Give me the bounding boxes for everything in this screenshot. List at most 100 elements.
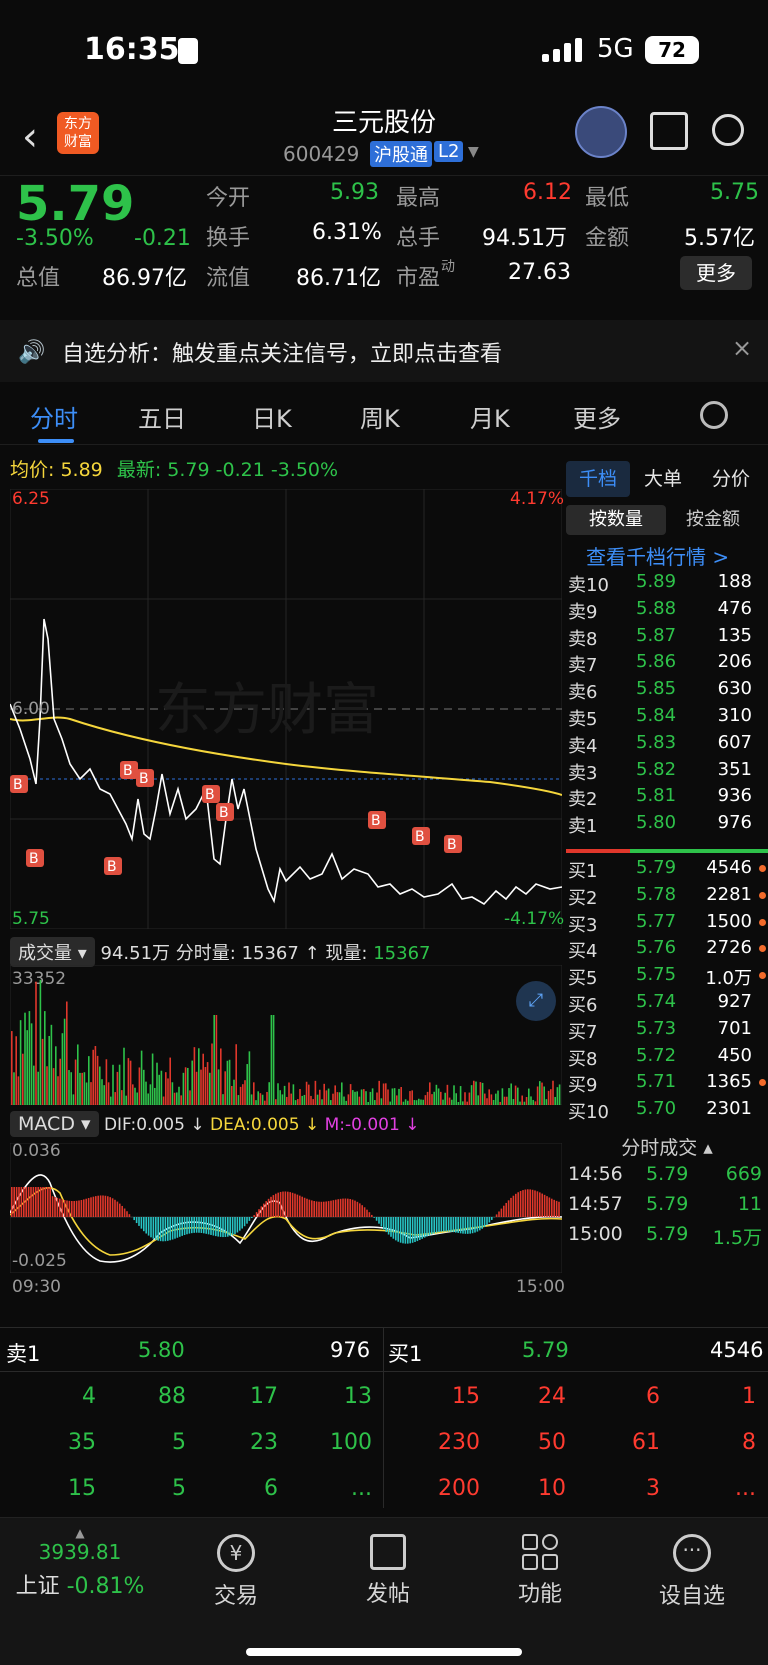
ask-row[interactable]: 卖4 5.83 607	[566, 730, 766, 758]
volume-bar	[154, 1087, 156, 1105]
macd-bar	[71, 1201, 73, 1217]
macd-bar	[215, 1217, 217, 1237]
macd-bar	[265, 1201, 267, 1217]
volume-bar	[105, 1059, 108, 1105]
macd-bar	[536, 1191, 539, 1217]
volume-bar	[253, 1082, 255, 1105]
ask-row[interactable]: 卖1 5.80 976	[566, 810, 766, 838]
volume-dropdown[interactable]: 成交量 ▾	[10, 937, 95, 967]
ask-row[interactable]: 卖10 5.89 188	[566, 569, 766, 597]
by-quantity-button[interactable]: 按数量	[566, 505, 666, 535]
macd-bar	[61, 1199, 63, 1217]
ask-row[interactable]: 卖8 5.87 135	[566, 623, 766, 651]
bid-row[interactable]: 买7 5.73 701	[566, 1016, 766, 1044]
add-watchlist-button[interactable]: ··· 设自选	[622, 1534, 762, 1610]
tab-more[interactable]: 更多	[573, 399, 621, 434]
assistant-avatar[interactable]	[575, 106, 627, 158]
tab-daily[interactable]: 日K	[252, 399, 292, 434]
volume-bar	[334, 1085, 336, 1105]
macd-bar	[411, 1217, 414, 1243]
bid-row[interactable]: 买2 5.78 2281	[566, 882, 766, 910]
price-chart[interactable]: 东方财富 B B B B B B B B B B	[10, 489, 562, 929]
volume-bar	[28, 1011, 31, 1105]
volume-bar	[72, 1094, 75, 1105]
volume-bar	[521, 1095, 523, 1105]
macd-bar	[555, 1200, 558, 1217]
float-value: 86.71亿	[296, 266, 381, 291]
expand-icon[interactable]: ⤢	[516, 981, 556, 1021]
macd-bar	[433, 1217, 435, 1234]
post-button[interactable]: 发帖	[318, 1534, 458, 1608]
order-dot-icon	[759, 891, 766, 899]
ask-row[interactable]: 卖6 5.85 630	[566, 676, 766, 704]
view-levels-link[interactable]: 查看千档行情 >	[586, 541, 729, 570]
tab-monthly[interactable]: 月K	[470, 399, 510, 434]
chevron-down-icon[interactable]: ▼	[468, 144, 479, 160]
by-amount-button[interactable]: 按金额	[686, 505, 740, 535]
bid-row[interactable]: 买8 5.72 450	[566, 1043, 766, 1071]
gear-icon[interactable]	[700, 401, 728, 429]
ask-row[interactable]: 卖2 5.81 936	[566, 783, 766, 811]
macd-bar	[92, 1196, 95, 1217]
volume-bar	[288, 1082, 290, 1105]
volume-bar	[88, 1056, 90, 1105]
macd-bar	[500, 1208, 503, 1217]
volume-bar	[338, 1092, 341, 1105]
ask-row[interactable]: 卖3 5.82 351	[566, 757, 766, 785]
macd-bar	[104, 1195, 107, 1217]
macd-dropdown[interactable]: MACD ▾	[10, 1111, 99, 1137]
volume-bar	[519, 1101, 521, 1105]
volume-bar	[448, 1097, 451, 1105]
tab-5day[interactable]: 五日	[138, 399, 186, 434]
bid-row[interactable]: 买4 5.76 2726	[566, 935, 766, 963]
index-ticker[interactable]: ▲ 3939.81 上证 -0.81%	[10, 1526, 150, 1600]
bid-row[interactable]: 买9 5.71 1365	[566, 1069, 766, 1097]
macd-bar	[37, 1187, 39, 1217]
tab-intraday[interactable]: 分时	[30, 399, 78, 434]
tab-big-orders[interactable]: 大单	[644, 461, 682, 497]
ask-row[interactable]: 卖5 5.84 310	[566, 703, 766, 731]
tab-thousand-levels[interactable]: 千档	[566, 461, 630, 497]
volume-bar	[382, 1083, 385, 1105]
volume-bar	[440, 1091, 442, 1105]
bid-row[interactable]: 买6 5.74 927	[566, 989, 766, 1017]
macd-bar	[49, 1187, 51, 1217]
bid-row[interactable]: 买1 5.79 4546	[566, 855, 766, 883]
queue-bid-cell: ...	[735, 1476, 756, 1501]
bid-row[interactable]: 买5 5.75 1.0万	[566, 962, 766, 990]
volume-label: 总手	[396, 226, 441, 251]
volume-value: 94.51万	[482, 226, 567, 251]
ask-row[interactable]: 卖7 5.86 206	[566, 649, 766, 677]
order-queue: 卖1 5.80 976 买1 5.79 4546 4 88 17 13 35 5 23 100…	[0, 1327, 768, 1517]
volume-bar	[19, 1020, 22, 1105]
volume-bar	[514, 1085, 517, 1105]
macd-bar	[474, 1217, 476, 1233]
volume-bar	[11, 1031, 13, 1105]
function-button[interactable]: 功能	[470, 1534, 610, 1608]
volume-bar	[435, 1084, 438, 1105]
volume-bar	[303, 1094, 306, 1105]
latest-value: 5.79	[167, 459, 210, 481]
more-button[interactable]: 更多	[680, 256, 752, 290]
bid-row[interactable]: 买10 5.70 2301	[566, 1096, 766, 1124]
macd-bar	[356, 1201, 359, 1217]
bid-row[interactable]: 买3 5.77 1500	[566, 909, 766, 937]
macd-bar	[248, 1217, 251, 1221]
queue-bid-label: 买1	[388, 1342, 423, 1366]
volume-bar	[22, 1053, 24, 1105]
volume-bar	[140, 1050, 143, 1105]
volume-bar	[204, 1067, 207, 1105]
level-label: 卖5	[568, 709, 598, 730]
close-icon[interactable]: ×	[732, 334, 752, 362]
search-icon[interactable]	[712, 114, 744, 146]
share-icon[interactable]	[650, 112, 688, 150]
tab-price-dist[interactable]: 分价	[712, 461, 750, 497]
macd-bar	[255, 1212, 258, 1217]
ask-row[interactable]: 卖9 5.88 476	[566, 596, 766, 624]
queue-ask-cell: 88	[158, 1384, 186, 1409]
tab-weekly[interactable]: 周K	[360, 399, 400, 434]
trade-button[interactable]: ¥ 交易	[166, 1534, 306, 1610]
notice-bar[interactable]: 🔊 自选分析：触发重点关注信号，立即点击查看 ×	[0, 320, 768, 382]
level-price: 5.70	[636, 1098, 677, 1120]
svg-text:B: B	[13, 777, 23, 793]
